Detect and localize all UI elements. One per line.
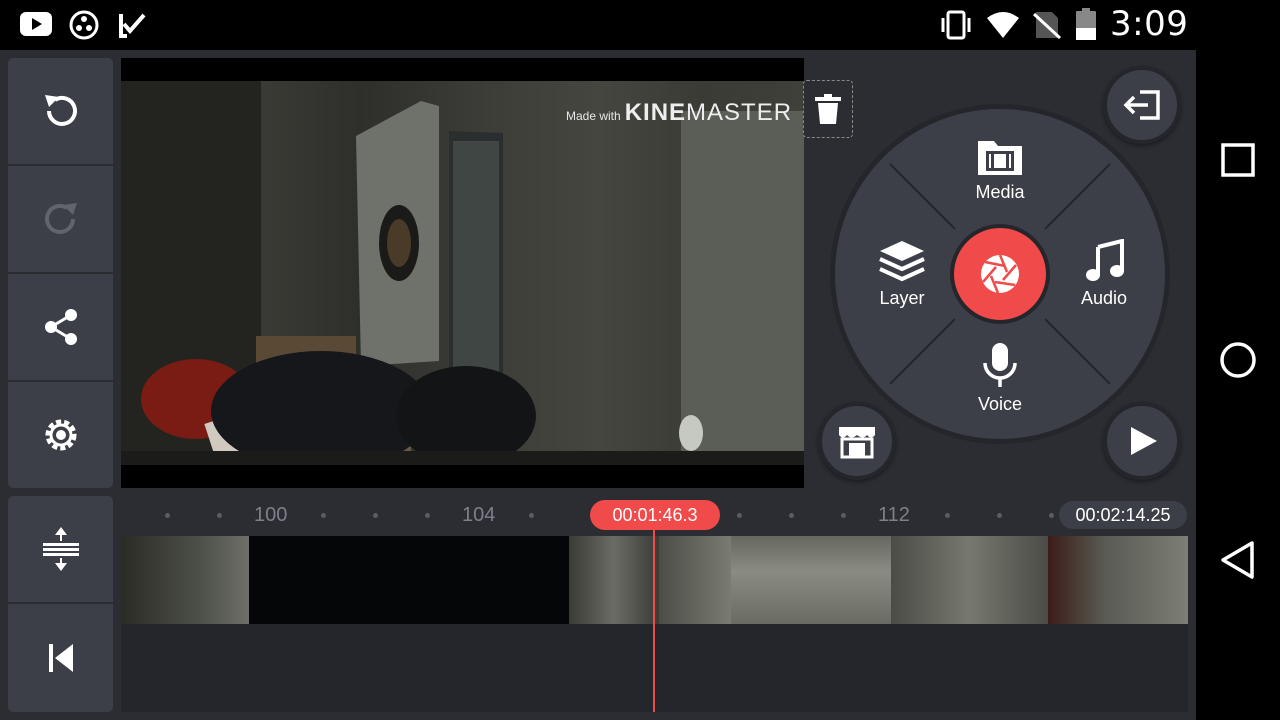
clip-thumbnail (731, 536, 891, 624)
audio-button[interactable]: Audio (1059, 238, 1149, 309)
timeline[interactable]: 100 104 112 00:01:46.3 00:02:14.25 (121, 496, 1188, 712)
store-icon (839, 427, 875, 459)
ruler-dot (425, 513, 430, 518)
ruler-dot (737, 513, 742, 518)
clip-thumbnail (891, 536, 1048, 624)
video-frame: Made with KINE MASTER (121, 81, 804, 465)
expand-timeline-button[interactable] (8, 496, 113, 602)
record-button[interactable] (950, 224, 1050, 324)
total-duration: 00:02:14.25 (1059, 501, 1187, 529)
clip-thumbnail (121, 536, 249, 624)
redo-icon (44, 203, 77, 234)
expand-timeline-icon (42, 527, 79, 571)
ruler-dot (841, 513, 846, 518)
no-signal-icon (1032, 12, 1062, 40)
ruler-dot (165, 513, 170, 518)
play-icon (1131, 427, 1157, 455)
status-bar: 3:09 (0, 0, 1280, 50)
clock: 3:09 (1110, 4, 1189, 44)
camera-aperture-icon (981, 254, 1019, 294)
play-button[interactable] (1103, 402, 1181, 480)
youtube-icon (20, 12, 52, 36)
video-preview[interactable]: Made with KINE MASTER (121, 58, 804, 488)
ruler-dot (789, 513, 794, 518)
system-nav-bar (1196, 50, 1280, 720)
share-button[interactable] (8, 274, 113, 380)
media-folder-icon (978, 141, 1022, 175)
tick-label: 112 (878, 504, 910, 526)
battery-icon (1076, 8, 1096, 40)
media-button[interactable]: Media (955, 137, 1045, 203)
clip-thumbnail (659, 536, 731, 624)
settings-icon (45, 419, 76, 451)
clip-thumbnail (1048, 536, 1188, 624)
ruler-dot (997, 513, 1002, 518)
kinemaster-watermark: Made with KINE MASTER (566, 99, 792, 127)
watermark-kine: KINE (624, 99, 687, 126)
ruler-dot (217, 513, 222, 518)
voice-button[interactable]: Voice (955, 341, 1045, 415)
skip-to-start-button[interactable] (8, 604, 113, 712)
home-icon[interactable] (1218, 340, 1258, 380)
ruler-dot (529, 513, 534, 518)
current-time: 00:01:46.3 (590, 500, 720, 530)
tick-label: 100 (254, 504, 288, 526)
wifi-icon (987, 12, 1019, 38)
undo-icon (44, 95, 77, 126)
tick-label: 104 (462, 504, 496, 526)
recents-icon[interactable] (1218, 140, 1258, 180)
media-wheel: Media Layer Audio Voice (830, 104, 1170, 444)
back-icon[interactable] (1218, 540, 1258, 580)
circles-icon (69, 10, 99, 40)
clip-thumbnail (249, 536, 569, 624)
checklist-icon (119, 13, 146, 38)
ruler-dot (373, 513, 378, 518)
layer-label: Layer (879, 288, 925, 308)
share-icon (44, 309, 77, 345)
music-note-icon (1086, 238, 1124, 281)
playhead[interactable] (653, 526, 655, 712)
voice-label: Voice (977, 394, 1023, 414)
microphone-icon (983, 343, 1017, 387)
watermark-master: MASTER (686, 99, 793, 126)
video-scene (121, 81, 804, 465)
media-label: Media (975, 182, 1025, 202)
layer-button[interactable]: Layer (857, 239, 947, 309)
asset-store-button[interactable] (818, 402, 896, 480)
ruler-dot (945, 513, 950, 518)
ruler-dot (321, 513, 326, 518)
vibrate-icon (941, 10, 971, 40)
watermark-made-with: Made with (566, 109, 621, 123)
redo-button[interactable] (8, 166, 113, 272)
skip-to-start-icon (48, 644, 73, 672)
clip-thumbnail (569, 536, 659, 624)
ruler-dot (1049, 513, 1054, 518)
undo-button[interactable] (8, 58, 113, 164)
audio-label: Audio (1080, 288, 1128, 308)
settings-button[interactable] (8, 382, 113, 488)
layer-icon (879, 241, 925, 282)
